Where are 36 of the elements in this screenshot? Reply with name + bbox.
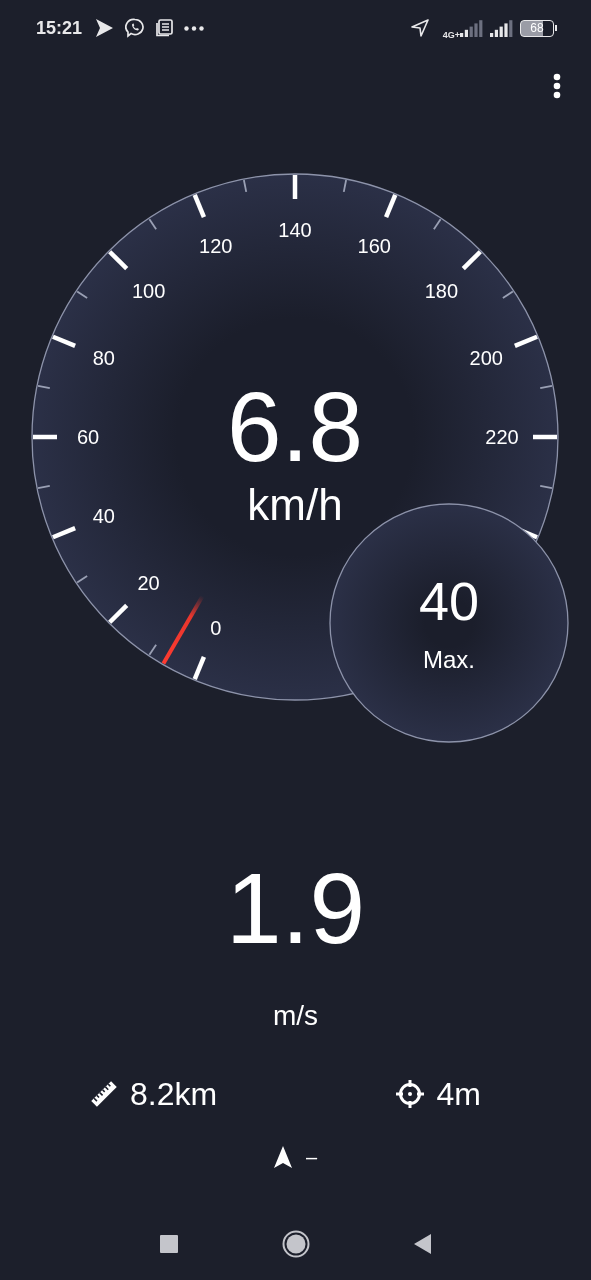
battery-icon: 68 <box>520 19 557 37</box>
scale-label: 180 <box>424 279 459 302</box>
crosshair-icon <box>394 1079 425 1109</box>
phone-bubble-icon <box>125 18 146 38</box>
speed-unit: m/s <box>272 1002 319 1030</box>
scale-label: 60 <box>76 426 100 448</box>
scale-label: 200 <box>469 346 503 369</box>
signal-icon <box>460 19 484 37</box>
scale-label: 100 <box>131 279 166 302</box>
clock-time: 15:21 <box>36 17 83 39</box>
max-speed-label: Max. <box>423 646 475 673</box>
triangle-play-icon <box>95 18 115 38</box>
direction-arrow-icon <box>273 1146 292 1168</box>
back-button[interactable] <box>413 1234 432 1254</box>
speed-value: 1.9 <box>226 858 365 958</box>
speed-unit: km/h <box>247 480 343 529</box>
accuracy-value: 4m <box>436 1078 481 1110</box>
scale-label: 40 <box>92 505 115 528</box>
max-speed-value: 40 <box>418 571 480 631</box>
scale-label: 220 <box>485 426 519 448</box>
network-type: 4G+ <box>442 30 460 40</box>
recents-button[interactable] <box>159 1235 178 1253</box>
distance-value: 8.2km <box>130 1078 218 1110</box>
scale-label: 140 <box>278 219 312 241</box>
scale-label: 160 <box>357 234 391 257</box>
heading-value: – <box>305 1147 318 1167</box>
scale-label: 80 <box>92 346 115 369</box>
signal-icon <box>490 19 514 37</box>
home-button[interactable] <box>281 1230 310 1258</box>
speed-reading: 6.8 <box>226 372 364 482</box>
location-arrow-icon <box>410 19 429 37</box>
scale-label: 20 <box>137 572 160 595</box>
more-dots-icon <box>184 25 205 31</box>
scale-label: 0 <box>210 617 222 640</box>
scale-label: 120 <box>199 234 233 257</box>
document-icon <box>156 19 174 37</box>
